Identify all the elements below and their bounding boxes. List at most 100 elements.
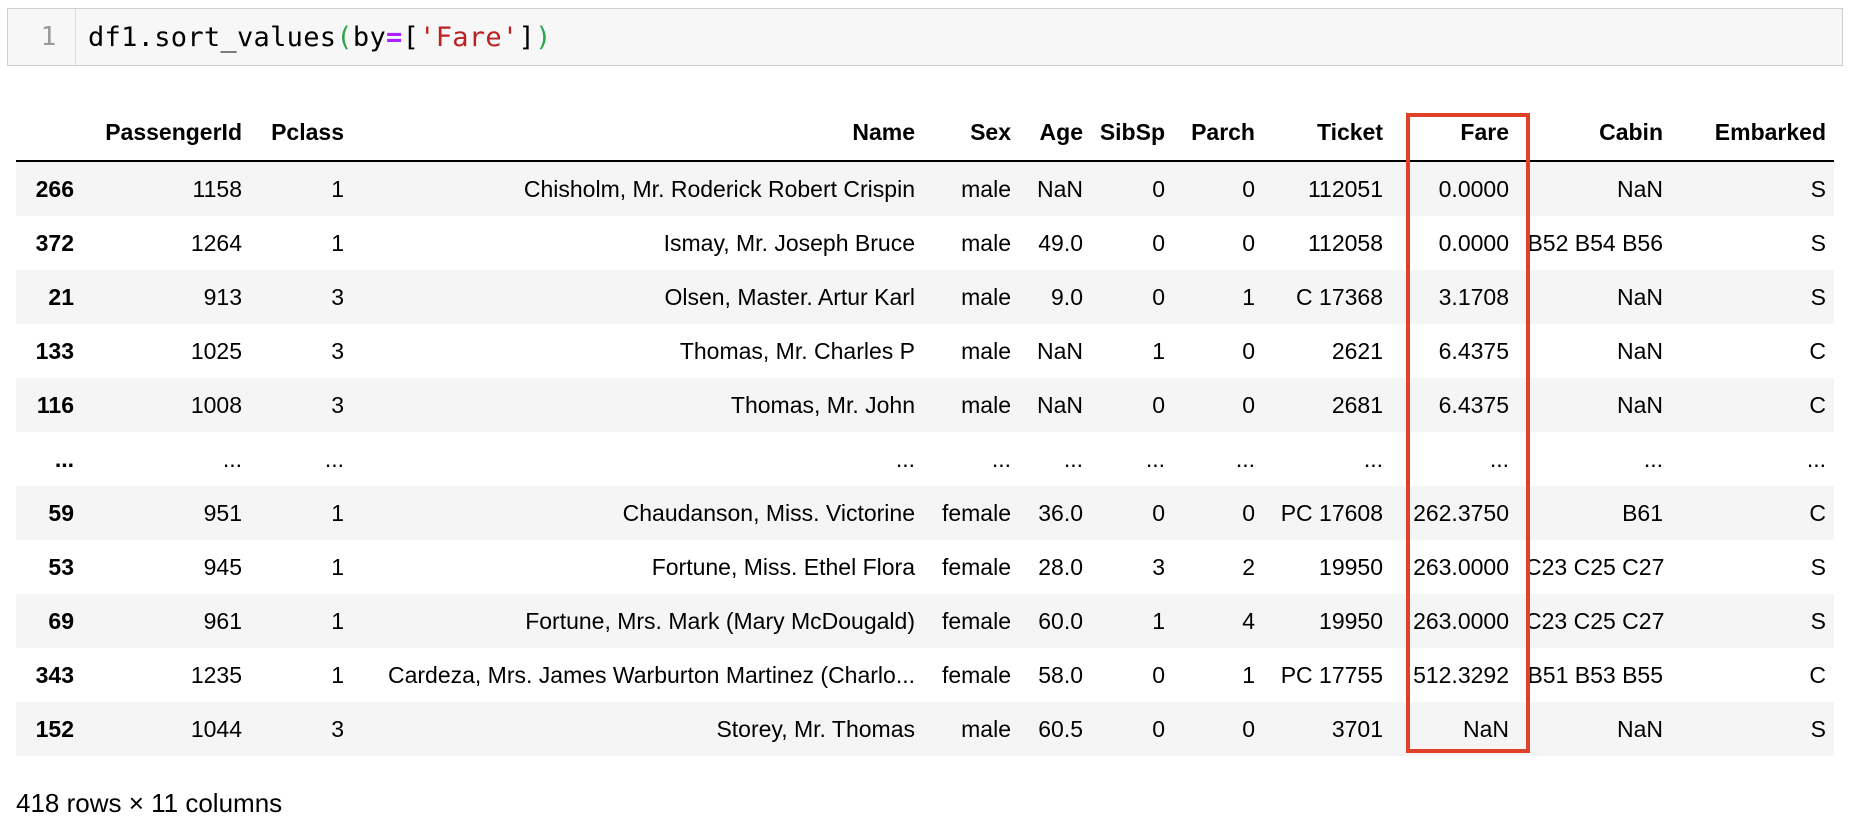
- cell-name: Cardeza, Mrs. James Warburton Martinez (…: [387, 661, 915, 688]
- cell-pclass: 3: [331, 715, 344, 742]
- code-token-bracket-close: ]: [518, 21, 536, 53]
- cell-sex: female: [941, 499, 1011, 526]
- row-index: 59: [48, 499, 74, 526]
- cell-passengerid: 945: [203, 553, 242, 580]
- cell-sex: male: [961, 175, 1011, 202]
- column-header-sibsp: SibSp: [1091, 104, 1173, 162]
- cell-passengerid: 1025: [190, 337, 242, 364]
- cell-ticket: PC 17608: [1280, 499, 1383, 526]
- cell-passengerid: 913: [203, 283, 242, 310]
- cell-sex: male: [961, 715, 1011, 742]
- cell-ticket: ...: [1363, 445, 1383, 472]
- cell-ticket: 19950: [1319, 607, 1383, 634]
- cell-fare: 512.3292: [1413, 661, 1509, 688]
- cell-age: 60.5: [1038, 715, 1083, 742]
- cell-parch: 1: [1242, 283, 1255, 310]
- row-index: 69: [48, 607, 74, 634]
- code-token-string: 'Fare': [419, 21, 519, 53]
- cell-sex: female: [941, 607, 1011, 634]
- cell-name: Thomas, Mr. John: [730, 391, 915, 418]
- cell-sibsp: 0: [1152, 661, 1165, 688]
- row-index: 21: [48, 283, 74, 310]
- cell-sibsp: 0: [1152, 715, 1165, 742]
- row-index: 343: [35, 661, 74, 688]
- cell-passengerid: 1235: [190, 661, 242, 688]
- cell-ticket: 3701: [1331, 715, 1383, 742]
- cell-fare: ...: [1489, 445, 1509, 472]
- cell-age: 36.0: [1038, 499, 1083, 526]
- column-header-cabin: Cabin: [1517, 104, 1671, 162]
- cell-fare: 263.0000: [1413, 607, 1509, 634]
- cell-ticket: C 17368: [1296, 283, 1383, 310]
- cell-name: Chaudanson, Miss. Victorine: [622, 499, 915, 526]
- cell-sex: ...: [991, 445, 1011, 472]
- code-line[interactable]: df1.sort_values(by=['Fare']): [76, 22, 552, 53]
- cell-pclass: 3: [331, 337, 344, 364]
- table-row: 116 1008 3 Thomas, Mr. John male NaN 0 0 2681 6.4…: [16, 378, 1834, 432]
- code-token-paren-close: ): [535, 21, 552, 53]
- cell-embarked: S: [1810, 283, 1826, 310]
- cell-embarked: C: [1809, 661, 1826, 688]
- code-token-paren: (: [336, 21, 353, 53]
- cell-name: Olsen, Master. Artur Karl: [664, 283, 915, 310]
- cell-sibsp: 3: [1152, 553, 1165, 580]
- cell-embarked: S: [1810, 715, 1826, 742]
- cell-parch: 0: [1242, 715, 1255, 742]
- table-row: 372 1264 1 Ismay, Mr. Joseph Bruce male 49.0 0…: [16, 216, 1834, 270]
- cell-embarked: C: [1809, 391, 1826, 418]
- cell-ticket: 112058: [1307, 229, 1383, 256]
- table-row: 266 1158 1 Chisholm, Mr. Roderick Robert Cr…: [16, 161, 1834, 216]
- cell-pclass: 1: [331, 661, 344, 688]
- cell-name: Storey, Mr. Thomas: [716, 715, 915, 742]
- table-row: 69 961 1 Fortune, Mrs. Mark (Mary McDougald…: [16, 594, 1834, 648]
- table-row: 133 1025 3 Thomas, Mr. Charles P male NaN 1 0 26…: [16, 324, 1834, 378]
- cell-sibsp: 0: [1152, 499, 1165, 526]
- column-header-pclass: Pclass: [250, 104, 352, 162]
- dataframe-table: PassengerId Pclass Name Sex Age SibSp Parch Tic…: [16, 104, 1834, 756]
- column-header-passengerid: PassengerId: [82, 104, 250, 162]
- row-index: 53: [48, 553, 74, 580]
- row-index: 152: [35, 715, 74, 742]
- dataframe-output: PassengerId Pclass Name Sex Age SibSp Parch Tic…: [16, 104, 1834, 756]
- cell-cabin: C23 C25 C27: [1525, 553, 1665, 580]
- cell-fare: 3.1708: [1438, 283, 1509, 310]
- cell-pclass: 1: [331, 607, 344, 634]
- cell-name: Fortune, Miss. Ethel Flora: [651, 553, 915, 580]
- cell-sex: male: [961, 283, 1011, 310]
- cell-pclass: ...: [324, 445, 344, 472]
- cell-sibsp: ...: [1145, 445, 1165, 472]
- line-number: 1: [8, 9, 76, 65]
- cell-ticket: 112051: [1307, 175, 1383, 202]
- cell-parch: 4: [1242, 607, 1255, 634]
- code-token-op: =: [386, 21, 403, 53]
- column-header-name: Name: [352, 104, 923, 162]
- cell-sex: male: [961, 229, 1011, 256]
- cell-ticket: PC 17755: [1280, 661, 1383, 688]
- cell-passengerid: 1158: [192, 175, 242, 202]
- cell-pclass: 1: [331, 229, 344, 256]
- cell-embarked: C: [1809, 499, 1826, 526]
- cell-age: 28.0: [1038, 553, 1083, 580]
- cell-cabin: B51 B53 B55: [1527, 661, 1663, 688]
- code-cell[interactable]: 1 df1.sort_values(by=['Fare']): [7, 8, 1843, 66]
- cell-age: NaN: [1036, 337, 1083, 364]
- cell-passengerid: 1008: [190, 391, 242, 418]
- cell-pclass: 1: [331, 499, 344, 526]
- column-header-age: Age: [1019, 104, 1091, 162]
- cell-pclass: 3: [331, 283, 344, 310]
- cell-passengerid: 951: [203, 499, 242, 526]
- cell-parch: 0: [1242, 499, 1255, 526]
- cell-sex: female: [941, 553, 1011, 580]
- cell-sibsp: 0: [1152, 229, 1165, 256]
- cell-sex: male: [961, 337, 1011, 364]
- cell-name: Thomas, Mr. Charles P: [679, 337, 915, 364]
- cell-embarked: S: [1810, 229, 1826, 256]
- cell-embarked: ...: [1806, 445, 1826, 472]
- cell-passengerid: 1264: [190, 229, 242, 256]
- cell-cabin: NaN: [1616, 175, 1663, 202]
- table-row: 59 951 1 Chaudanson, Miss. Victorine female 3…: [16, 486, 1834, 540]
- cell-pclass: 1: [331, 175, 344, 202]
- cell-passengerid: ...: [222, 445, 242, 472]
- cell-age: 60.0: [1038, 607, 1083, 634]
- cell-age: NaN: [1036, 175, 1083, 202]
